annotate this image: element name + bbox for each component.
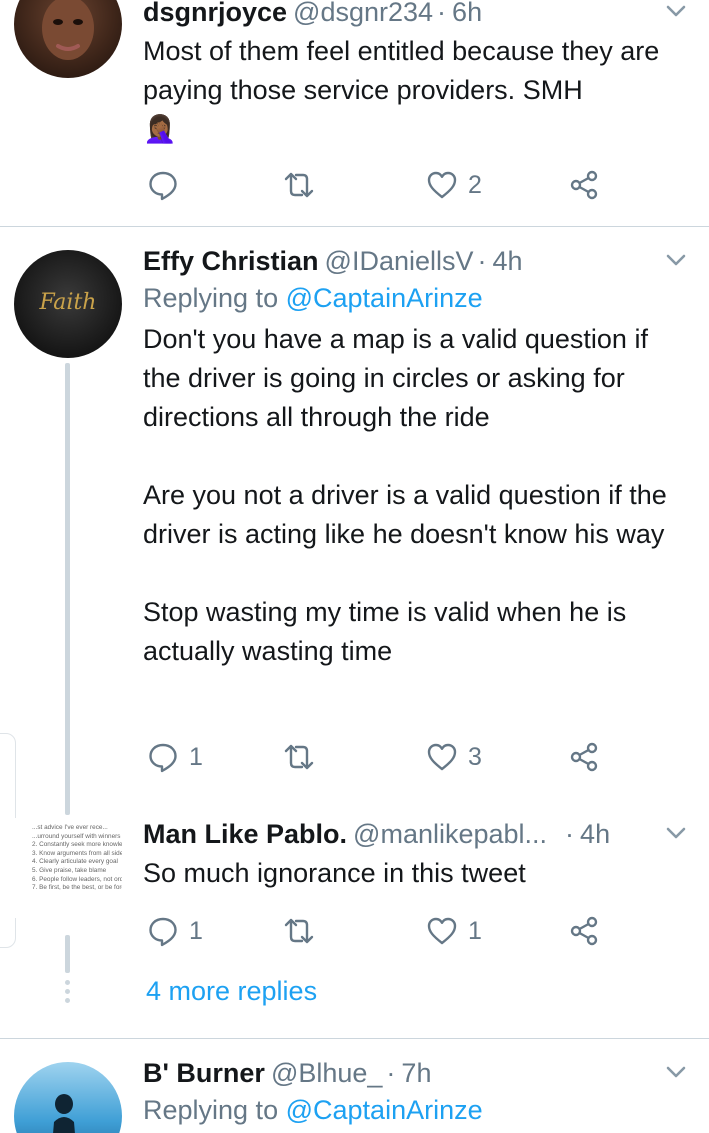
retweet-button[interactable] <box>283 165 315 205</box>
reply-button[interactable] <box>147 165 189 205</box>
retweet-icon <box>283 915 315 947</box>
avatar-photo <box>42 0 94 60</box>
like-icon <box>426 741 458 773</box>
chevron-down-icon[interactable] <box>663 820 689 846</box>
timestamp[interactable]: 6h <box>452 0 482 27</box>
tweet-header: dsgnrjoyce @dsgnr234 · 6h <box>143 0 689 30</box>
retweet-icon <box>283 741 315 773</box>
avatar[interactable]: Faith <box>14 250 122 358</box>
separator-dot: · <box>386 1058 396 1088</box>
avatar-photo <box>53 1094 75 1133</box>
thread-line <box>65 363 70 815</box>
facepalm-emoji: 🤦🏾‍♀️ <box>143 114 177 144</box>
replying-to: Replying to @CaptainArinze <box>143 1091 689 1129</box>
replying-prefix: Replying to <box>143 283 279 313</box>
handle[interactable]: @Blhue_ <box>271 1058 382 1088</box>
avatar-faith-text: Faith <box>39 290 97 315</box>
reply-icon <box>147 915 179 947</box>
display-name[interactable]: dsgnrjoyce <box>143 0 287 27</box>
tweet-2[interactable]: Faith Effy Christian @IDaniellsV · 4h Reply… <box>0 227 709 802</box>
handle[interactable]: @IDaniellsV <box>325 246 474 276</box>
avatar[interactable] <box>14 0 122 78</box>
avatar-advice-list: ...st advice I've ever rece... ...urroun… <box>32 824 122 892</box>
share-button[interactable] <box>568 165 600 205</box>
tweet-1[interactable]: dsgnrjoyce @dsgnr234 · 6h Most of them feel… <box>0 0 709 224</box>
reply-button[interactable]: 1 <box>147 737 203 777</box>
like-button[interactable]: 2 <box>426 165 482 205</box>
thread-line-stub <box>65 935 70 973</box>
retweet-button[interactable] <box>283 737 315 777</box>
display-name[interactable]: Man Like Pablo. <box>143 819 347 849</box>
like-icon <box>426 169 458 201</box>
replying-prefix: Replying to <box>143 1095 279 1125</box>
tweet-header: Man Like Pablo. @manlikepabl... · 4h <box>143 816 689 852</box>
separator-dot: · <box>437 0 447 27</box>
replying-to: Replying to @CaptainArinze <box>143 279 689 317</box>
display-name[interactable]: B' Burner <box>143 1058 265 1088</box>
tweet-text: So much ignorance in this tweet <box>143 858 526 888</box>
like-icon <box>426 915 458 947</box>
chevron-down-icon[interactable] <box>663 1059 689 1085</box>
share-icon <box>568 915 600 947</box>
share-icon <box>568 169 600 201</box>
chevron-down-icon[interactable] <box>663 0 689 24</box>
separator-dot: · <box>477 246 487 276</box>
reply-icon <box>147 169 179 201</box>
share-button[interactable] <box>568 911 600 951</box>
like-button[interactable]: 1 <box>426 911 482 951</box>
tweet-text: Don't you have a map is a valid question… <box>143 324 667 666</box>
tweet-header: Effy Christian @IDaniellsV · 4h <box>143 243 689 279</box>
share-button[interactable] <box>568 737 600 777</box>
tweet-3[interactable]: ...st advice I've ever rece... ...urroun… <box>0 808 709 958</box>
avatar[interactable] <box>14 1062 122 1133</box>
display-name[interactable]: Effy Christian <box>143 246 319 276</box>
reply-count: 1 <box>189 742 203 771</box>
reply-icon <box>147 741 179 773</box>
like-count: 2 <box>468 170 482 199</box>
tweet-4[interactable]: B' Burner @Blhue_ · 7h Replying to @Captain… <box>0 1039 709 1133</box>
chevron-down-icon[interactable] <box>663 247 689 273</box>
handle[interactable]: @dsgnr234 <box>293 0 433 27</box>
reply-count: 1 <box>189 916 203 945</box>
more-replies-link[interactable]: 4 more replies <box>146 976 317 1007</box>
retweet-icon <box>283 169 315 201</box>
timestamp[interactable]: 4h <box>493 246 523 276</box>
tweet-text: Most of them feel entitled because they … <box>143 36 667 144</box>
separator-dot: · <box>565 819 575 849</box>
like-count: 3 <box>468 742 482 771</box>
handle[interactable]: @manlikepabl... <box>353 819 547 849</box>
timestamp[interactable]: 7h <box>401 1058 431 1088</box>
retweet-button[interactable] <box>283 911 315 951</box>
like-button[interactable]: 3 <box>426 737 482 777</box>
share-icon <box>568 741 600 773</box>
tweet-header: B' Burner @Blhue_ · 7h <box>143 1055 689 1091</box>
thread-dots <box>65 980 70 1003</box>
mention-link[interactable]: @CaptainArinze <box>286 283 483 313</box>
reply-button[interactable]: 1 <box>147 911 203 951</box>
avatar[interactable]: ...st advice I've ever rece... ...urroun… <box>14 818 122 918</box>
like-count: 1 <box>468 916 482 945</box>
mention-link[interactable]: @CaptainArinze <box>286 1095 483 1125</box>
timestamp[interactable]: 4h <box>580 819 610 849</box>
